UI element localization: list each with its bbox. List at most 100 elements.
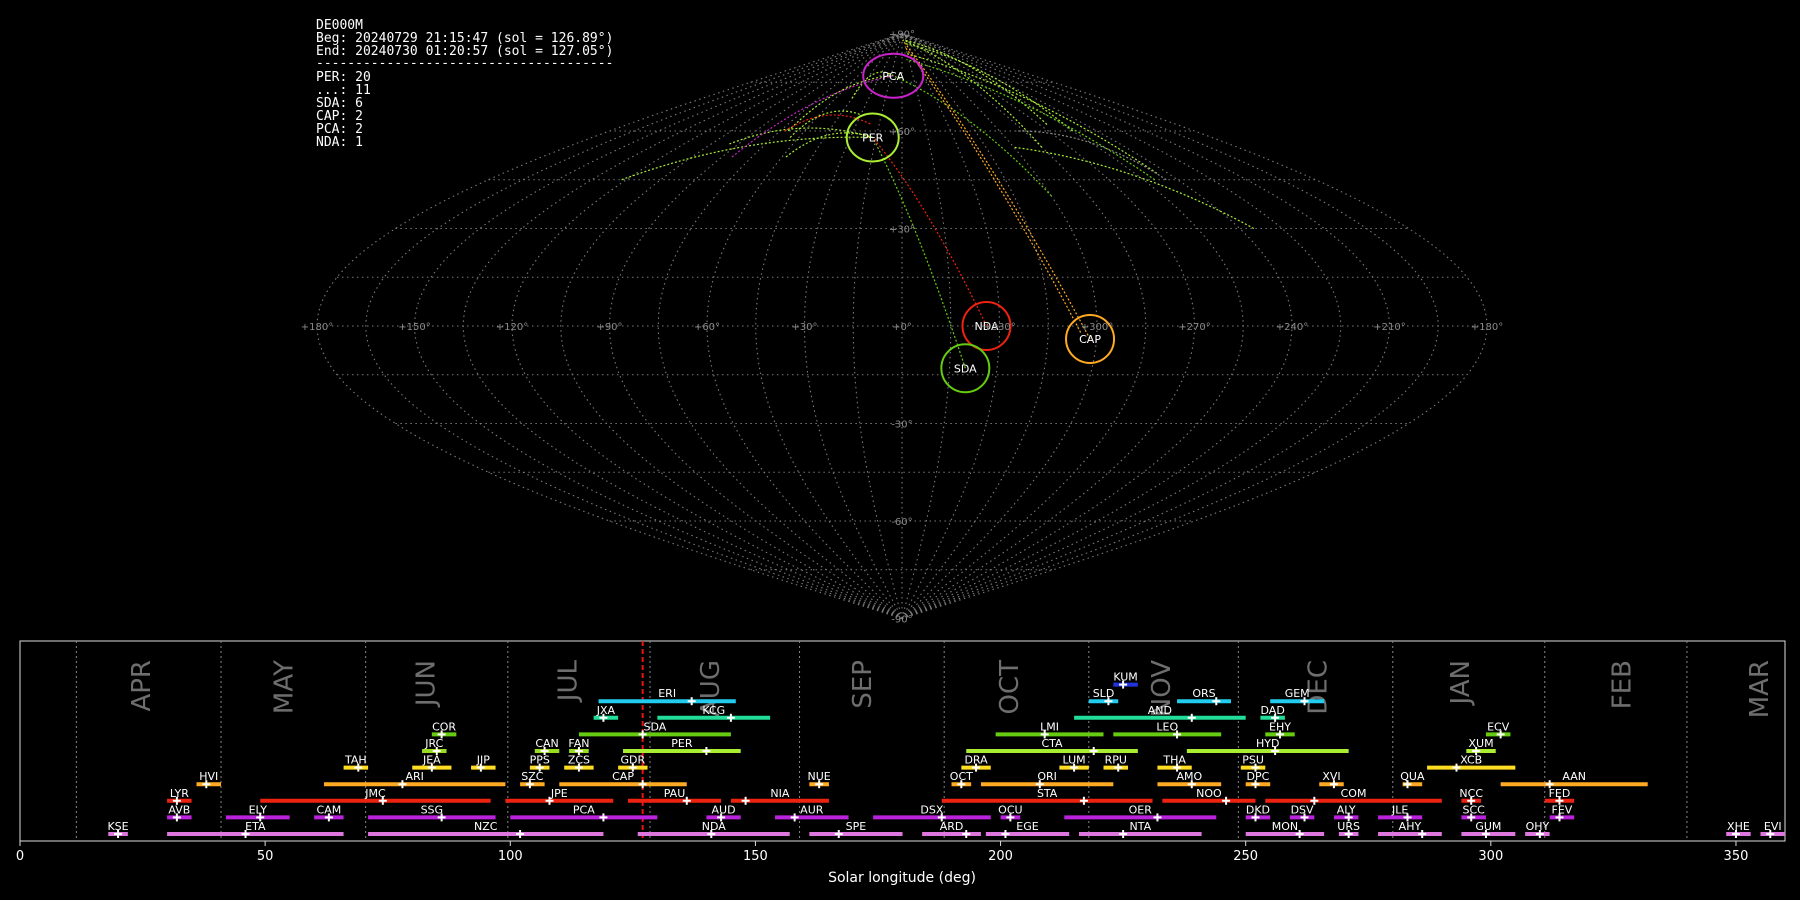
- sky-map: PCAPERNDACAPSDA +180° +150° +120° +90° +60° +…: [301, 30, 1503, 626]
- shower-label: AAN: [1562, 770, 1586, 783]
- shower-label: CTA: [1041, 737, 1063, 750]
- longitude-label: +30°: [791, 322, 817, 333]
- shower-label: ETA: [245, 820, 266, 833]
- shower-label: OER: [1129, 803, 1153, 816]
- shower-label: ZCS: [568, 754, 590, 767]
- shower-label: THA: [1162, 754, 1186, 767]
- meteor-track: [1013, 146, 1255, 230]
- shower-label: CAM: [317, 803, 342, 816]
- shower-label: RPU: [1105, 754, 1127, 767]
- shower-cam: CAM: [314, 803, 344, 822]
- x-tick-label: 150: [743, 849, 768, 864]
- shower-tah: TAH: [343, 754, 369, 772]
- shower-label: LYR: [170, 787, 189, 800]
- shower-label: DAD: [1261, 704, 1285, 717]
- shower-oct: OCT: [950, 770, 973, 789]
- meteor-track: [787, 75, 894, 132]
- shower-label: HYD: [1256, 737, 1279, 750]
- shower-aud: AUD: [706, 803, 741, 822]
- latitude-label: +30°: [889, 225, 915, 236]
- shower-label: KUM: [1113, 671, 1137, 684]
- longitude-label: +270°: [1178, 322, 1210, 333]
- shower-label: JRC: [424, 737, 443, 750]
- shower-evi: EVI: [1760, 820, 1785, 838]
- longitude-label: +90°: [596, 322, 622, 333]
- shower-xhe: XHE: [1726, 820, 1751, 838]
- shower-label: GUM: [1475, 820, 1501, 833]
- shower-psu: PSU: [1240, 754, 1266, 772]
- shower-label: GDR: [621, 754, 646, 767]
- shower-ncc: NCC: [1459, 787, 1483, 805]
- shower-label: EHY: [1269, 720, 1291, 733]
- shower-label: AUD: [712, 803, 736, 816]
- shower-label: LUM: [1063, 754, 1086, 767]
- longitude-label: +330°: [983, 322, 1015, 333]
- shower-label: SPE: [846, 820, 867, 833]
- meteor-tracks: [621, 39, 1255, 369]
- shower-timeline: APR MAY JUN JUL AUG SEP OCT NOV DEC JAN FEB MAR KUM…: [16, 640, 1786, 886]
- shower-cor: COR: [431, 720, 456, 739]
- shower-label: FED: [1549, 787, 1571, 800]
- month-label: OCT: [995, 660, 1025, 715]
- meteor-track: [892, 75, 1052, 197]
- shower-fan: FAN: [568, 737, 589, 755]
- shower-label: PPS: [530, 754, 550, 767]
- shower-qua: QUA: [1400, 770, 1425, 789]
- longitude-label: +240°: [1276, 322, 1308, 333]
- radiant-label: PCA: [882, 70, 904, 83]
- shower-label: AND: [1148, 704, 1172, 717]
- shower-label: MON: [1272, 820, 1298, 833]
- x-tick-label: 250: [1233, 849, 1258, 864]
- meteor-track: [872, 137, 966, 369]
- shower-zcs: ZCS: [564, 754, 594, 772]
- shower-label: ALY: [1337, 803, 1356, 816]
- longitude-label: +210°: [1373, 322, 1405, 333]
- shower-ecv: ECV: [1485, 720, 1511, 739]
- shower-label: AHY: [1399, 820, 1422, 833]
- shower-ocu: OCU: [998, 803, 1023, 822]
- x-axis-label: Solar longitude (deg): [828, 870, 976, 886]
- longitude-label: +0°: [892, 322, 912, 333]
- shower-label: XVI: [1322, 770, 1340, 783]
- shower-label: LEO: [1156, 720, 1178, 733]
- meteor-track: [906, 58, 1156, 181]
- radiant-pca: PCA: [862, 52, 925, 99]
- meteor-track: [621, 136, 873, 181]
- longitude-label: +60°: [694, 322, 720, 333]
- shower-label: NUE: [808, 770, 831, 783]
- shower-jrc: JRC: [422, 737, 447, 755]
- shower-label: XUM: [1468, 737, 1493, 750]
- month-label: MAY: [269, 660, 299, 714]
- meteor-track: [904, 52, 1158, 174]
- shower-label: ORS: [1192, 687, 1215, 700]
- shower-label: JLE: [1391, 803, 1408, 816]
- shower-label: ELY: [249, 803, 268, 816]
- separator: --------------------------------------: [316, 56, 613, 71]
- shower-lyr: LYR: [167, 787, 192, 805]
- shower-jxa: JXA: [593, 704, 619, 722]
- shower-label: NCC: [1459, 787, 1483, 800]
- radiant-label: CAP: [1079, 333, 1101, 346]
- shower-dad: DAD: [1260, 704, 1285, 722]
- latitude-label: -90°: [891, 615, 912, 626]
- month-label: FEB: [1608, 660, 1638, 709]
- shower-dra: DRA: [961, 754, 991, 772]
- shower-label: DPC: [1247, 770, 1270, 783]
- meridian-line: [365, 32, 903, 620]
- shower-dkd: DKD: [1245, 803, 1271, 822]
- shower-label: FEV: [1552, 803, 1573, 816]
- longitude-label: +120°: [496, 322, 528, 333]
- shower-label: FAN: [568, 737, 589, 750]
- longitude-label: +180°: [1471, 322, 1503, 333]
- meteor-chart: PCAPERNDACAPSDA +180° +150° +120° +90° +60° +…: [16, 18, 1786, 886]
- shower-label: EVI: [1764, 820, 1782, 833]
- shower-label: NZC: [474, 820, 498, 833]
- x-tick-label: 100: [498, 849, 523, 864]
- longitude-label: +180°: [301, 322, 333, 333]
- shower-label: ARI: [405, 770, 423, 783]
- shower-label: ERI: [658, 687, 676, 700]
- shower-label: CAP: [612, 770, 634, 783]
- x-tick-label: 300: [1478, 849, 1503, 864]
- shower-label: AMO: [1176, 770, 1202, 783]
- shower-label: JMC: [364, 787, 386, 800]
